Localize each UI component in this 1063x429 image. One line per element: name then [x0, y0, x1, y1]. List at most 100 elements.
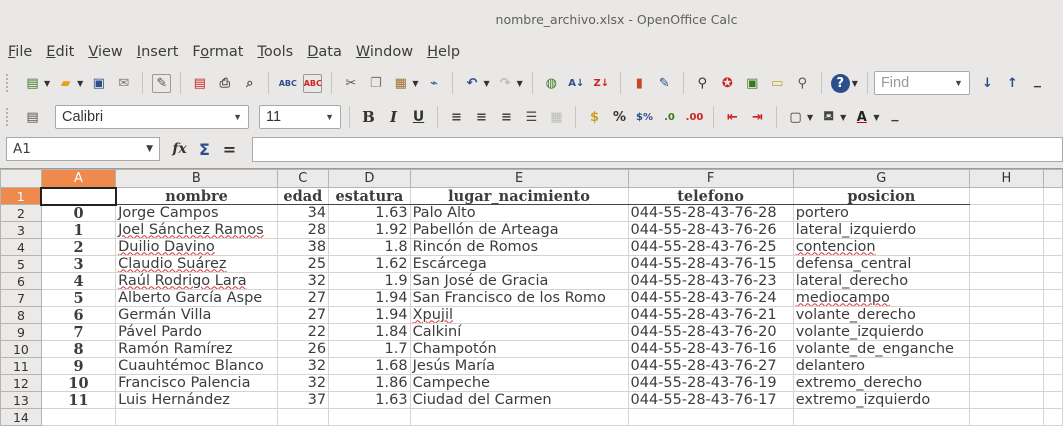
cell[interactable]: 7	[40, 323, 117, 341]
increase-indent-icon[interactable]: ⇥	[748, 108, 767, 127]
cell[interactable]: 32	[276, 357, 330, 375]
cell[interactable]: Calkiní	[409, 323, 629, 341]
cell[interactable]: Ciudad del Carmen	[409, 391, 629, 409]
cell[interactable]	[968, 289, 1044, 307]
cell[interactable]: 2	[40, 238, 117, 256]
row-header[interactable]: 1	[0, 187, 42, 205]
cell[interactable]: volante_izquierdo	[792, 323, 970, 341]
cell[interactable]: 044-55-28-43-76-23	[627, 272, 794, 290]
borders-icon[interactable]: ▢	[786, 108, 805, 127]
cell[interactable]: Cuauhtémoc Blanco	[115, 357, 278, 375]
cell[interactable]: 044-55-28-43-76-25	[627, 238, 794, 256]
export-pdf-icon[interactable]: ▤	[190, 74, 209, 93]
row-header[interactable]: 2	[0, 204, 42, 222]
draw-functions-icon[interactable]: ✎	[655, 74, 674, 93]
toolbar-grip[interactable]	[6, 74, 14, 92]
open-folder-icon[interactable]: ▰	[56, 74, 75, 93]
font-name-select[interactable]: Calibri ▼	[55, 105, 249, 129]
column-header[interactable]: G	[792, 169, 970, 188]
new-dropdown-icon[interactable]: ▼	[44, 79, 50, 88]
cell[interactable]: 044-55-28-43-76-21	[627, 306, 794, 324]
datasources-icon[interactable]: ▭	[768, 74, 787, 93]
find-previous-icon[interactable]: ↑	[1003, 74, 1022, 93]
undo-dropdown-icon[interactable]: ▼	[483, 79, 489, 88]
menu-item[interactable]: Help	[423, 44, 464, 60]
function-equals-icon[interactable]: =	[220, 140, 239, 159]
cell[interactable]	[1042, 374, 1063, 392]
italic-button[interactable]: I	[384, 108, 403, 127]
column-header[interactable]: F	[627, 169, 794, 188]
cell[interactable]: Luis Hernández	[115, 391, 278, 409]
cell[interactable]: 1.92	[328, 221, 411, 239]
navigator-icon[interactable]: ✪	[718, 74, 737, 93]
background-color-icon[interactable]: ⛾	[819, 108, 838, 127]
row-header[interactable]: 3	[0, 221, 42, 239]
cell[interactable]: 044-55-28-43-76-15	[627, 255, 794, 273]
cell[interactable]: volante_de_enganche	[792, 340, 970, 358]
menu-item[interactable]: Format	[188, 44, 247, 60]
cell[interactable]: Joel Sánchez Ramos	[115, 221, 278, 239]
cell[interactable]	[40, 408, 117, 426]
copy-icon[interactable]: ❐	[366, 74, 385, 93]
cell[interactable]: nombre	[115, 187, 278, 205]
autospellcheck-icon[interactable]: ABC	[303, 73, 323, 93]
cell[interactable]: Escárcega	[409, 255, 629, 273]
row-header[interactable]: 6	[0, 272, 42, 290]
find-replace-icon[interactable]: ⚲	[693, 74, 712, 93]
cell[interactable]: 11	[40, 391, 117, 409]
cell[interactable]	[1042, 204, 1063, 222]
cell[interactable]: 6	[40, 306, 117, 324]
cell[interactable]: portero	[792, 204, 970, 222]
row-header[interactable]: 14	[0, 408, 42, 426]
cell[interactable]: 1.68	[328, 357, 411, 375]
decrease-indent-icon[interactable]: ⇤	[723, 108, 742, 127]
cell[interactable]: 4	[40, 272, 117, 290]
cell-table[interactable]: A B C D E F G H 1 nombre edad estatura lugar_nacimie…	[0, 169, 1063, 426]
cell[interactable]: volante_derecho	[792, 306, 970, 324]
cell[interactable]: Xpujil	[409, 306, 629, 324]
cell[interactable]: 044-55-28-43-76-26	[627, 221, 794, 239]
cell[interactable]	[1042, 340, 1063, 358]
row-header[interactable]: 8	[0, 306, 42, 324]
cell[interactable]	[1042, 255, 1063, 273]
cell[interactable]: edad	[276, 187, 330, 205]
name-box-dropdown-icon[interactable]: ▼	[146, 144, 153, 154]
font-color-dropdown-icon[interactable]: ▼	[873, 113, 879, 122]
toolbar-overflow-icon[interactable]: ▁	[1028, 74, 1047, 93]
cell[interactable]	[1042, 289, 1063, 307]
new-document-icon[interactable]: ▤	[23, 74, 42, 93]
justify-icon[interactable]: ☰	[522, 108, 541, 127]
cell[interactable]: 1.63	[328, 204, 411, 222]
font-color-icon[interactable]: A	[852, 108, 871, 127]
cell[interactable]	[1042, 391, 1063, 409]
cell[interactable]: 26	[276, 340, 330, 358]
cell[interactable]: 044-55-28-43-76-16	[627, 340, 794, 358]
hyperlink-icon[interactable]: ◍	[542, 74, 561, 93]
cell[interactable]: Pabellón de Arteaga	[409, 221, 629, 239]
cell[interactable]: 37	[276, 391, 330, 409]
percent-format-icon[interactable]: %	[610, 108, 629, 127]
cell[interactable]: mediocampo	[792, 289, 970, 307]
styles-formatting-icon[interactable]: ▤	[23, 108, 42, 127]
cut-icon[interactable]: ✂	[341, 74, 360, 93]
cell[interactable]	[968, 391, 1044, 409]
cell[interactable]: Champotón	[409, 340, 629, 358]
cell[interactable]: 1.94	[328, 289, 411, 307]
row-header[interactable]: 5	[0, 255, 42, 273]
cell[interactable]: Duilio Davino	[115, 238, 278, 256]
cell[interactable]: estatura	[328, 187, 411, 205]
cell[interactable]	[792, 408, 970, 426]
cell[interactable]: San José de Gracia	[409, 272, 629, 290]
cell[interactable]	[968, 238, 1044, 256]
cell[interactable]: 044-55-28-43-76-28	[627, 204, 794, 222]
menu-item[interactable]: Edit	[42, 44, 78, 60]
cell[interactable]: 1.84	[328, 323, 411, 341]
column-header[interactable]: A	[40, 169, 117, 188]
cell[interactable]: 044-55-28-43-76-24	[627, 289, 794, 307]
function-wizard-icon[interactable]: fx	[170, 140, 189, 159]
sort-ascending-icon[interactable]: A↓	[567, 74, 586, 93]
cell[interactable]	[1042, 408, 1063, 426]
cell[interactable]: 044-55-28-43-76-27	[627, 357, 794, 375]
cell[interactable]	[276, 408, 330, 426]
column-header[interactable]: E	[409, 169, 629, 188]
